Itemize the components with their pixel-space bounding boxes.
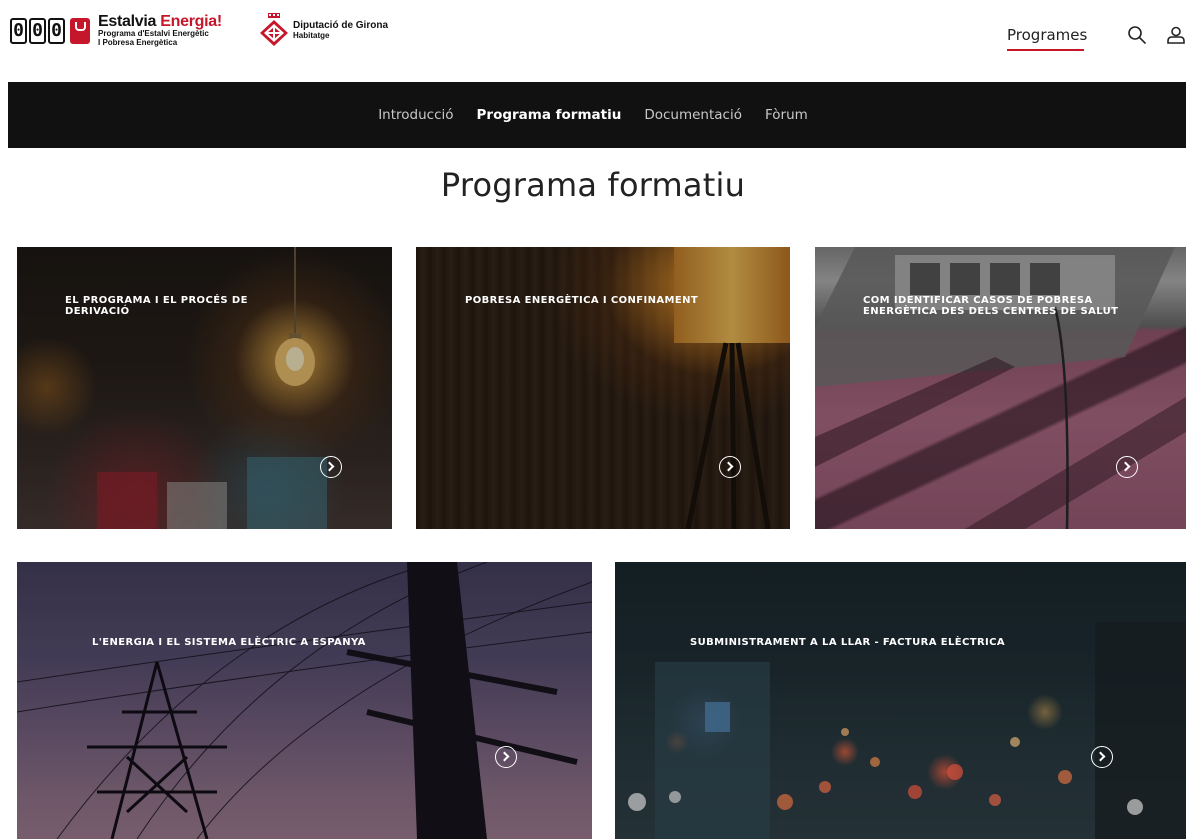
chevron-right-circle-icon[interactable] [320,456,342,478]
logo-digits: 0 0 0 [10,17,90,44]
subnav-item-introduccio[interactable]: Introducció [378,107,453,123]
brand-part1: Estalvia [98,13,157,30]
course-card[interactable]: EL PROGRAMA I EL PROCÉS DE DERIVACIÓ [17,247,392,529]
diputacio-girona-logo[interactable]: Diputació de Girona Habitatge [259,13,388,47]
subnav-item-forum[interactable]: Fòrum [765,107,808,123]
section-subnav: Introducció Programa formatiu Documentac… [8,82,1186,148]
course-card[interactable]: COM IDENTIFICAR CASOS DE POBRESA ENERGÈT… [815,247,1186,529]
brand-part2: Energia! [160,13,222,30]
card-overlay [17,562,592,839]
logo-digit: 0 [29,17,46,44]
user-icon[interactable] [1166,25,1186,45]
card-overlay [416,247,790,529]
card-title: COM IDENTIFICAR CASOS DE POBRESA ENERGÈT… [863,295,1119,317]
card-title: L'ENERGIA I EL SISTEMA ELÈCTRIC A ESPANY… [92,637,366,648]
chevron-right-circle-icon[interactable] [1091,746,1113,768]
card-overlay [615,562,1186,839]
card-title: SUBMINISTRAMENT A LA LLAR - FACTURA ELÈC… [690,637,1006,648]
site-header: 0 0 0 Estalvia Energia! Programa d'Estal… [0,0,1186,82]
search-icon[interactable] [1127,25,1147,45]
chevron-right-circle-icon[interactable] [1116,456,1138,478]
page-title: Programa formatiu [440,166,746,204]
diputacio-text: Diputació de Girona Habitatge [293,20,388,40]
crest-icon [260,13,288,46]
course-card[interactable]: SUBMINISTRAMENT A LA LLAR - FACTURA ELÈC… [615,562,1186,839]
card-title: POBRESA ENERGÈTICA I CONFINAMENT [465,295,699,306]
card-overlay [815,247,1186,529]
card-title: EL PROGRAMA I EL PROCÉS DE DERIVACIÓ [65,295,248,317]
logo-digit: 0 [48,17,65,44]
course-card[interactable]: L'ENERGIA I EL SISTEMA ELÈCTRIC A ESPANY… [17,562,592,839]
chevron-right-circle-icon[interactable] [495,746,517,768]
course-card[interactable]: POBRESA ENERGÈTICA I CONFINAMENT [416,247,790,529]
logo-digit: 0 [10,17,27,44]
chevron-right-circle-icon[interactable] [719,456,741,478]
nav-link-programes[interactable]: Programes [1007,26,1087,44]
subnav-item-documentacio[interactable]: Documentació [644,107,742,123]
subnav-item-programa-formatiu[interactable]: Programa formatiu [477,107,622,123]
diputacio-title: Diputació de Girona [293,20,389,31]
diputacio-subtitle: Habitatge [293,31,330,40]
card-overlay [17,247,392,529]
logo-red-digit-icon [70,17,90,44]
estalvia-energia-logo[interactable]: 0 0 0 Estalvia Energia! Programa d'Estal… [10,14,222,47]
logo-brand: Estalvia Energia! [98,14,222,30]
subnav-items: Introducció Programa formatiu Documentac… [8,82,1186,148]
brand-subtitle-line2: I Pobresa Energètica [98,37,178,47]
nav-active-underline [1007,49,1084,51]
logo-text: Estalvia Energia! Programa d'Estalvi Ene… [98,14,222,47]
